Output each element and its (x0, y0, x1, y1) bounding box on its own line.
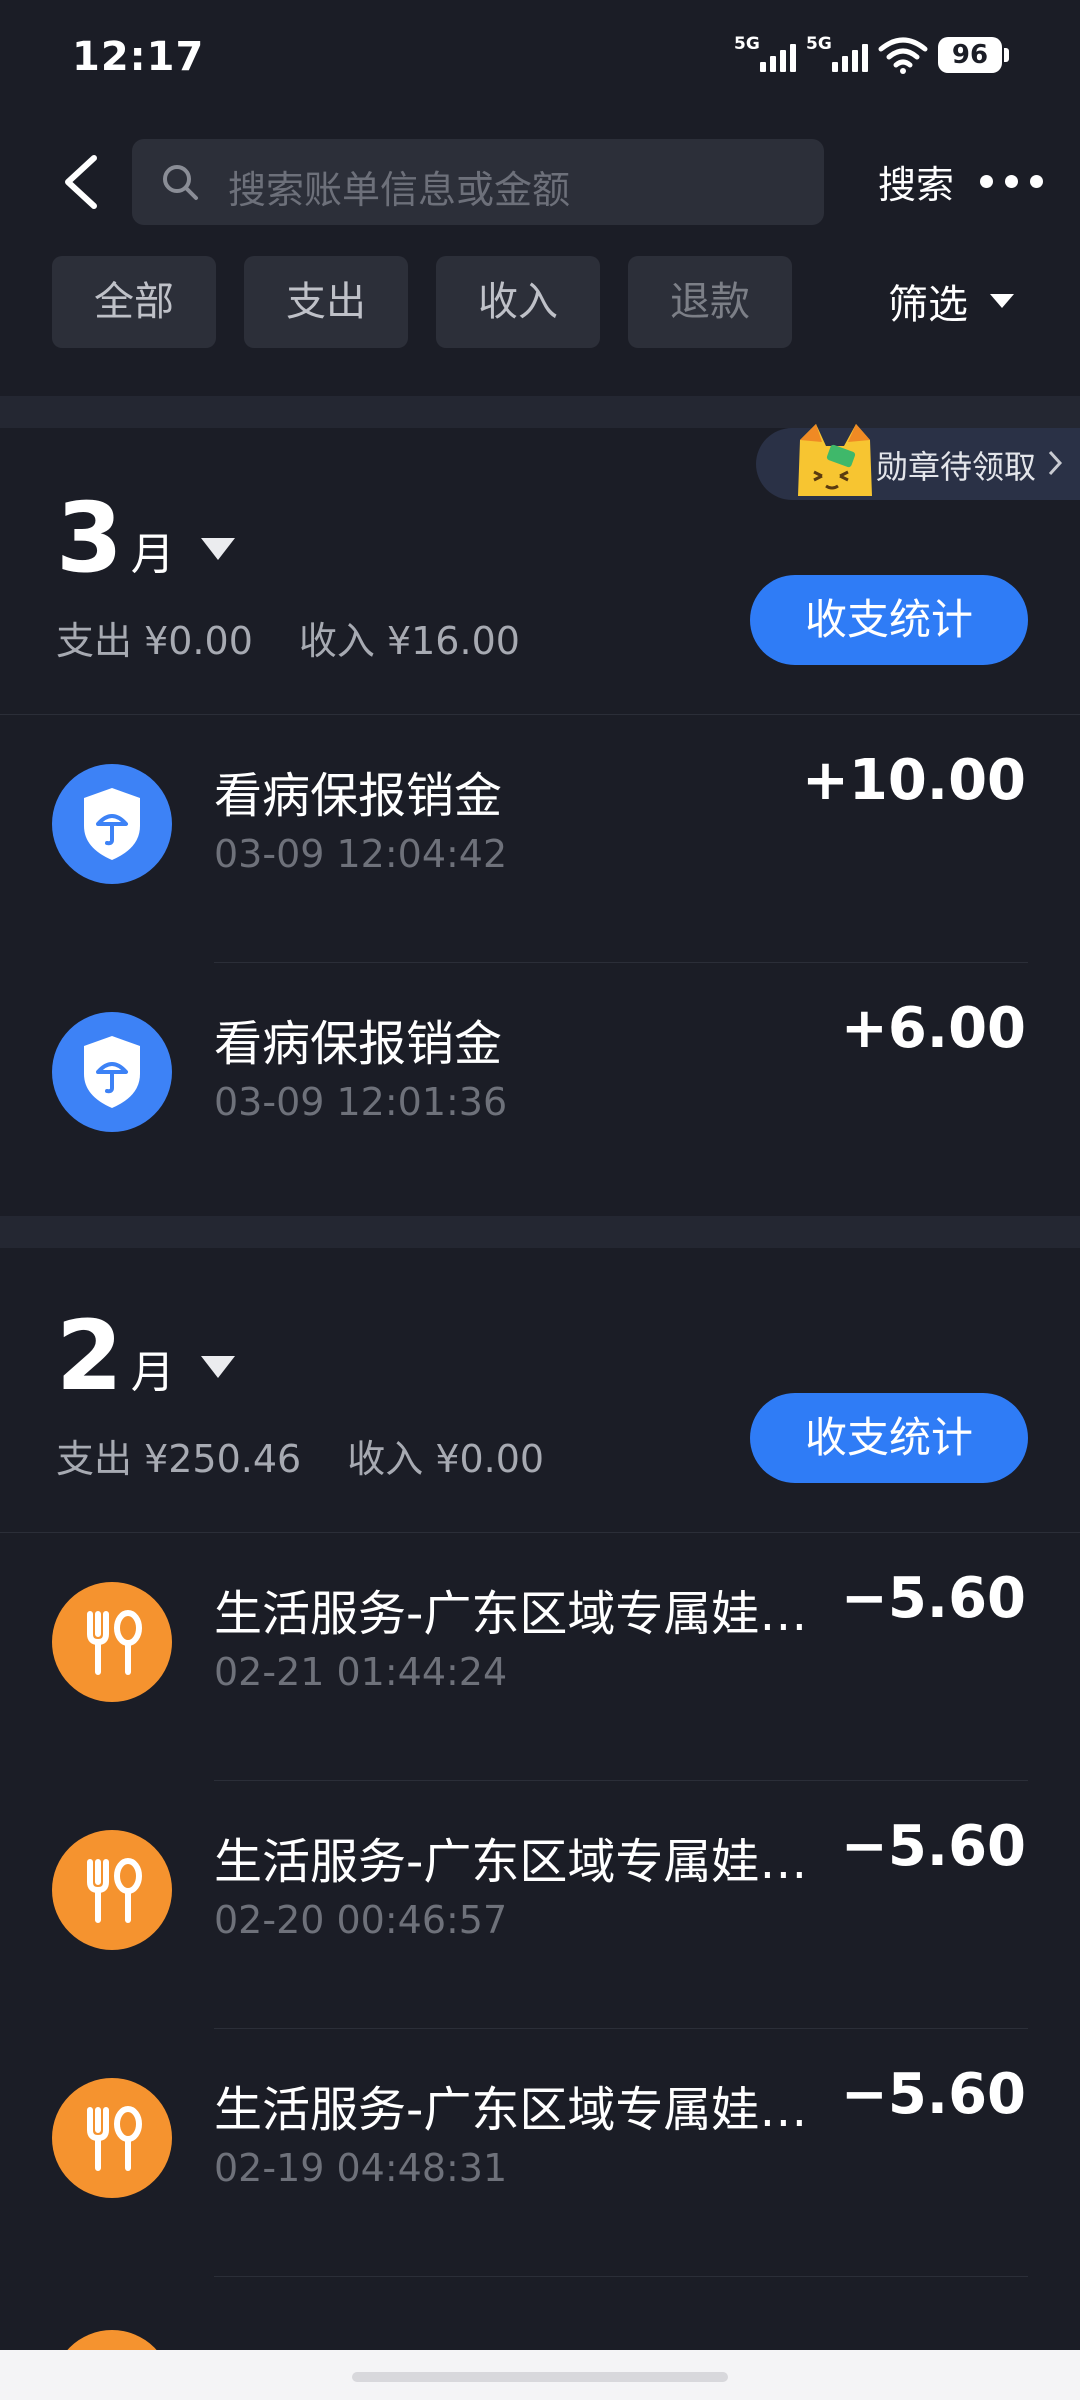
income-total: 收入 ¥0.00 (347, 1437, 545, 1481)
tab-refund[interactable]: 退款 (628, 256, 792, 348)
transaction-row[interactable]: 生活服务-广东区域专属娃… 02-21 01:44:24 −5.60 (0, 1534, 1080, 1782)
transaction-amount: +10.00 (801, 748, 1026, 813)
expense-total: 支出 ¥0.00 (56, 619, 253, 663)
divider (214, 1780, 1028, 1781)
search-icon (163, 165, 198, 200)
divider (0, 714, 1080, 715)
transaction-title: 生活服务-广东区域专属娃… (214, 1834, 808, 1890)
income-total: 收入 ¥16.00 (298, 619, 520, 663)
transaction-time: 02-20 00:46:57 (214, 1898, 508, 1942)
chevron-down-icon (200, 1356, 235, 1378)
fork-spoon-icon (52, 2078, 172, 2198)
wifi-icon (878, 37, 928, 74)
filter-button[interactable]: 筛选 (888, 272, 1014, 330)
status-bar: 12:17 5G 5G 96 (0, 0, 1080, 118)
status-icons: 5G 5G 96 (734, 34, 1009, 76)
shield-umbrella-icon (52, 1012, 172, 1132)
transaction-row[interactable]: 生活服务-广东区域专属娃… 02-20 00:46:57 −5.60 (0, 1782, 1080, 2030)
month-header-march[interactable]: 3月 (56, 490, 235, 586)
chevron-right-icon (1048, 450, 1063, 476)
transaction-amount: −5.60 (840, 1814, 1026, 1879)
transaction-time: 02-19 04:48:31 (214, 2146, 508, 2190)
transaction-title: 生活服务-广东区域专属娃… (214, 1586, 808, 1642)
more-options-icon[interactable] (980, 166, 1050, 196)
back-arrow-icon[interactable] (58, 152, 104, 212)
status-time: 12:17 (72, 34, 205, 80)
month-unit: 月 (130, 529, 175, 581)
month-unit: 月 (130, 1347, 175, 1399)
transaction-row[interactable]: 看病保报销金 03-09 12:04:42 +10.00 (0, 716, 1080, 964)
shield-umbrella-icon (52, 764, 172, 884)
stats-button[interactable]: 收支统计 (750, 1393, 1028, 1483)
search-input[interactable]: 搜索账单信息或金额 (132, 139, 824, 225)
cat-mascot-icon (798, 424, 872, 496)
transaction-time: 03-09 12:04:42 (214, 832, 508, 876)
stats-button[interactable]: 收支统计 (750, 575, 1028, 665)
expense-total: 支出 ¥250.46 (56, 1437, 302, 1481)
fork-spoon-icon (52, 1582, 172, 1702)
chevron-down-icon (990, 294, 1014, 308)
month-header-february[interactable]: 2月 (56, 1308, 235, 1404)
badge-label: 勋章待领取 (876, 448, 1037, 486)
transaction-title: 看病保报销金 (214, 768, 503, 824)
divider (214, 2028, 1028, 2029)
cellular-signal-icon: 5G (734, 34, 796, 76)
section-divider (0, 396, 1080, 428)
home-indicator[interactable] (352, 2372, 728, 2382)
month-number: 3 (56, 482, 123, 594)
transaction-amount: +6.00 (840, 996, 1026, 1061)
filter-label: 筛选 (888, 282, 968, 328)
tab-all[interactable]: 全部 (52, 256, 216, 348)
transaction-title: 生活服务-广东区域专属娃… (214, 2082, 808, 2138)
transaction-row[interactable]: 生活服务-广东区域专属娃… 02-19 04:48:31 −5.60 (0, 2030, 1080, 2278)
month-number: 2 (56, 1300, 123, 1412)
transaction-time: 03-09 12:01:36 (214, 1080, 508, 1124)
cellular-signal-icon-2: 5G (806, 34, 868, 76)
month-summary: 支出 ¥0.00 收入 ¥16.00 (56, 610, 566, 665)
network-type-label-2: 5G (806, 34, 832, 54)
section-divider (0, 1216, 1080, 1248)
transaction-amount: −5.60 (840, 2062, 1026, 2127)
divider (214, 962, 1028, 963)
network-type-label: 5G (734, 34, 760, 54)
transaction-time: 02-21 01:44:24 (214, 1650, 508, 1694)
search-button[interactable]: 搜索 (878, 154, 954, 209)
divider (214, 2276, 1028, 2277)
battery-icon: 96 (938, 37, 1009, 73)
fork-spoon-icon (52, 1830, 172, 1950)
chevron-down-icon (200, 538, 235, 560)
divider (0, 1532, 1080, 1533)
badge-banner[interactable]: 勋章待领取 (756, 424, 1080, 500)
transaction-title: 看病保报销金 (214, 1016, 503, 1072)
tab-expense[interactable]: 支出 (244, 256, 408, 348)
month-summary: 支出 ¥250.46 收入 ¥0.00 (56, 1428, 590, 1483)
tab-income[interactable]: 收入 (436, 256, 600, 348)
transaction-row[interactable]: 看病保报销金 03-09 12:01:36 +6.00 (0, 964, 1080, 1212)
search-placeholder: 搜索账单信息或金额 (228, 168, 571, 212)
transaction-amount: −5.60 (840, 1566, 1026, 1631)
